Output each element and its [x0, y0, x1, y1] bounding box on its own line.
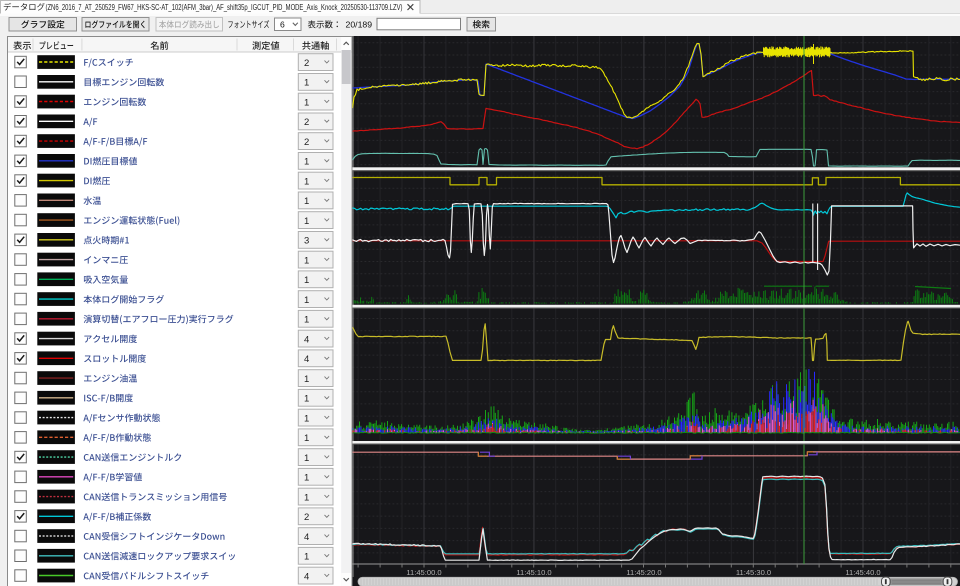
svg-text:1: 1 — [304, 295, 309, 306]
svg-text:1: 1 — [304, 453, 309, 464]
svg-text:11:45:00.0: 11:45:00.0 — [406, 568, 441, 577]
svg-text:1: 1 — [304, 374, 309, 385]
svg-text:6: 6 — [280, 19, 285, 29]
svg-text:1: 1 — [304, 473, 309, 484]
svg-text:1: 1 — [304, 413, 309, 424]
svg-text:11:45:20.0: 11:45:20.0 — [626, 568, 661, 577]
svg-text:1: 1 — [304, 433, 309, 444]
svg-text:4: 4 — [304, 334, 309, 345]
svg-text:11:45:30.0: 11:45:30.0 — [736, 568, 771, 577]
svg-text:3: 3 — [304, 236, 309, 247]
svg-text:4: 4 — [304, 532, 309, 543]
svg-text:1: 1 — [304, 315, 309, 326]
svg-text:4: 4 — [304, 354, 309, 365]
svg-text:2: 2 — [304, 512, 309, 523]
svg-text:1: 1 — [304, 216, 309, 227]
svg-text:1: 1 — [304, 78, 309, 89]
svg-text:1: 1 — [304, 552, 309, 563]
svg-text:1: 1 — [304, 157, 309, 168]
svg-text:1: 1 — [304, 275, 309, 286]
svg-text:4: 4 — [304, 571, 309, 582]
svg-text:1: 1 — [304, 196, 309, 207]
svg-text:1: 1 — [304, 255, 309, 266]
svg-text:2: 2 — [304, 58, 309, 69]
svg-text:1: 1 — [304, 176, 309, 187]
svg-text:11:45:40.0: 11:45:40.0 — [845, 568, 880, 577]
svg-text:1: 1 — [304, 394, 309, 405]
svg-text:1: 1 — [304, 97, 309, 108]
svg-text:(ZN6_2016_7_AT_250529_FW67_HKS: (ZN6_2016_7_AT_250529_FW67_HKS-SC-AT_102… — [46, 3, 403, 12]
svg-text:2: 2 — [304, 117, 309, 128]
svg-text:2: 2 — [304, 137, 309, 148]
svg-text:1: 1 — [304, 492, 309, 503]
svg-text:20/189: 20/189 — [346, 19, 373, 29]
svg-text:11:45:10.0: 11:45:10.0 — [516, 568, 551, 577]
